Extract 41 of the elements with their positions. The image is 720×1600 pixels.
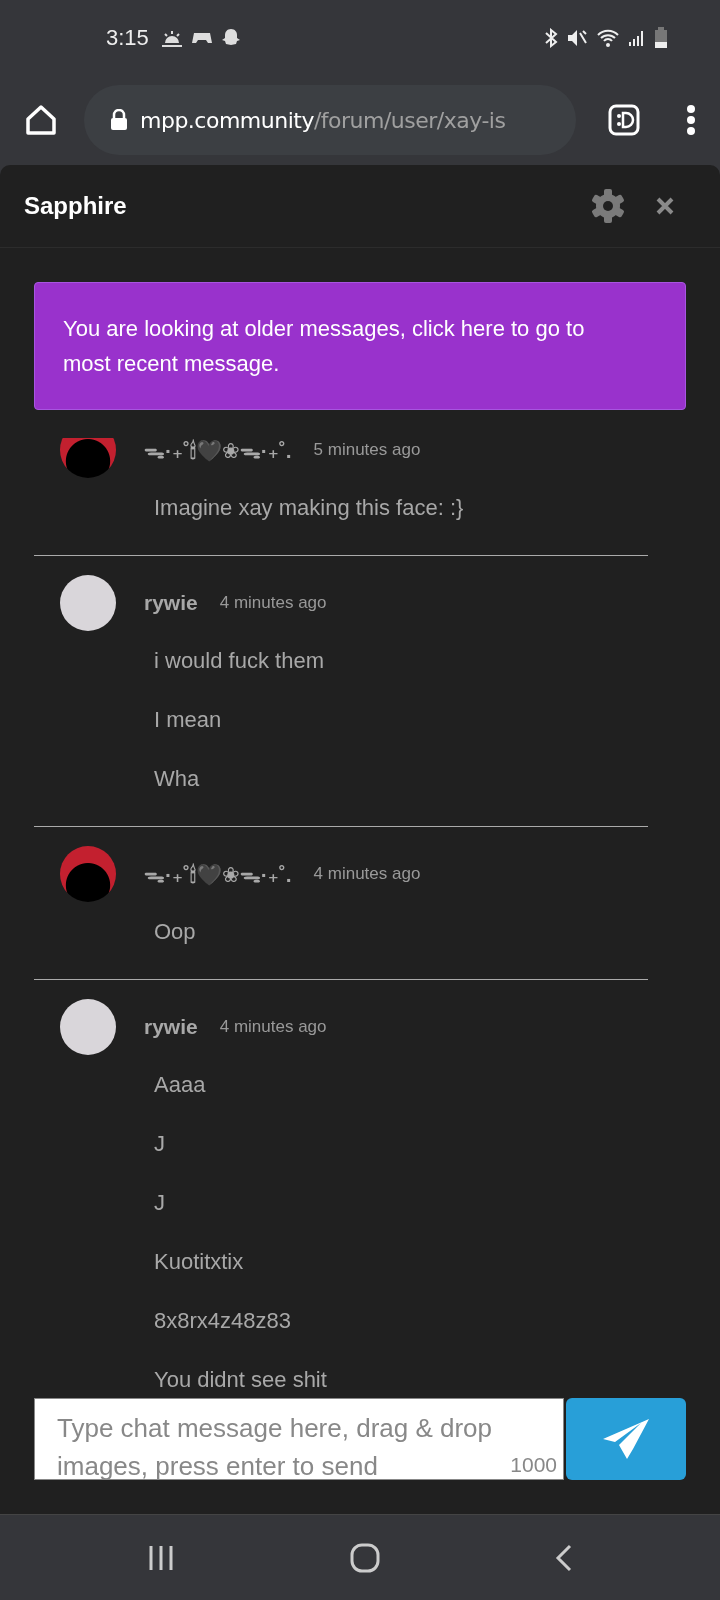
home-button-icon[interactable] xyxy=(350,1542,380,1573)
home-icon[interactable] xyxy=(24,104,58,136)
close-icon[interactable] xyxy=(656,197,674,215)
battery-icon xyxy=(654,26,668,49)
chat-title: Sapphire xyxy=(24,192,128,220)
message-text: i would fuck them xyxy=(154,647,325,675)
wifi-icon xyxy=(596,27,620,48)
older-messages-banner[interactable]: You are looking at older messages, click here to go to most recent message. xyxy=(34,282,686,410)
tab-switcher-icon[interactable] xyxy=(608,104,640,136)
status-time: 3:15 xyxy=(106,24,149,51)
message-text: 8x8rx4z48z83 xyxy=(154,1307,292,1335)
back-icon[interactable] xyxy=(554,1543,573,1572)
lock-icon xyxy=(110,109,128,131)
message-time: 4 minutes ago xyxy=(219,593,327,613)
ghost-icon xyxy=(220,27,241,48)
url-text: mpp.community/forum/user/xay-is xyxy=(140,107,506,133)
message-text: Aaaa xyxy=(154,1071,207,1099)
message-text: J xyxy=(154,1130,166,1158)
message-text: Kuotitxtix xyxy=(154,1248,245,1276)
message-text: Imagine xay making this face: :} xyxy=(154,494,465,522)
message-text: I mean xyxy=(154,706,223,734)
username: ᯓ·₊˚🕯🖤❀ᯓ·₊˚. xyxy=(144,862,292,888)
message-text: Wha xyxy=(154,765,201,793)
send-icon xyxy=(601,1417,651,1461)
more-icon[interactable] xyxy=(686,104,696,136)
message-time: 4 minutes ago xyxy=(219,1017,327,1037)
message-time: 5 minutes ago xyxy=(313,440,421,460)
weather-icon xyxy=(160,28,183,47)
send-button[interactable] xyxy=(566,1398,686,1480)
message-text: Oop xyxy=(154,918,197,946)
recent-apps-icon[interactable] xyxy=(147,1544,176,1571)
mute-icon xyxy=(566,27,588,48)
message-text: J xyxy=(154,1189,166,1217)
message-text: You didnt see shit xyxy=(154,1366,328,1394)
username: rywie xyxy=(144,1015,198,1039)
username: ᯓ·₊˚🕯🖤❀ᯓ·₊˚. xyxy=(144,438,292,464)
settings-icon[interactable] xyxy=(590,188,626,224)
address-bar[interactable]: mpp.community/forum/user/xay-is xyxy=(84,85,576,155)
bluetooth-icon xyxy=(544,27,558,48)
message-time: 4 minutes ago xyxy=(313,864,421,884)
username: rywie xyxy=(144,591,198,615)
